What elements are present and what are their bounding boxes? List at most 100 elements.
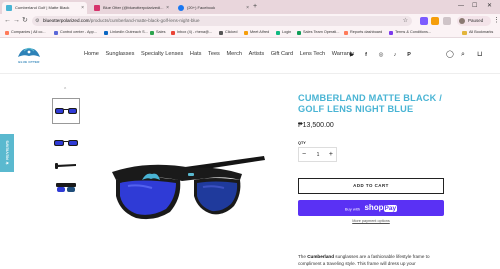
shop-pay-button[interactable]: Buy with shopPay — [298, 200, 444, 216]
decrease-quantity-button[interactable]: − — [302, 148, 306, 162]
bookmark-label: Inbox (4) - rhena@... — [177, 30, 213, 34]
shop-pay-brand-text: shop — [364, 203, 384, 213]
reviews-tab-label: ★ REVIEWS — [5, 140, 10, 165]
bookmark-label: Reports dashboard — [350, 30, 383, 34]
site-info-icon[interactable]: ⚙ — [35, 16, 39, 26]
bookmark-favicon-icon — [5, 30, 9, 35]
minimize-icon[interactable]: — — [458, 1, 464, 11]
more-payment-options-link[interactable]: More payment options — [298, 219, 444, 223]
quantity-input[interactable]: 1 — [315, 148, 321, 162]
account-icon[interactable]: ◯ — [446, 50, 454, 59]
bookmark-favicon-icon — [219, 30, 223, 35]
tab-title: Cumberland Golf | Matte Black — [15, 5, 70, 10]
thumbnail-angled-view[interactable] — [52, 178, 80, 198]
nav-gift-card[interactable]: Gift Card — [271, 51, 293, 57]
nav-lens-tech[interactable]: Lens Tech — [300, 51, 325, 57]
description-product-name: Cumberland — [307, 254, 335, 259]
tab-title: (20+) Facebook — [187, 5, 216, 10]
increase-quantity-button[interactable]: + — [329, 148, 333, 162]
close-tab-icon[interactable]: × — [246, 2, 249, 14]
nav-specialty-lenses[interactable]: Specialty Lenses — [141, 51, 183, 57]
avatar — [459, 18, 465, 24]
bookmark-item[interactable]: Clicked — [219, 28, 237, 37]
nav-artists[interactable]: Artists — [249, 51, 265, 57]
maximize-icon[interactable]: ☐ — [472, 1, 477, 11]
add-to-cart-button[interactable]: ADD TO CART — [298, 178, 444, 194]
bookmark-label: LinkedIn Outreach S... — [110, 30, 148, 34]
site-header: BLUE OTTER Home Sunglasses Specialty Lense… — [0, 38, 500, 74]
bookmark-item[interactable]: Sales — [150, 28, 166, 37]
sunglasses-thumbnail-image — [55, 163, 76, 169]
browser-tab-facebook[interactable]: (20+) Facebook × — [174, 2, 252, 14]
sunglasses-thumbnail-image — [54, 140, 78, 146]
bookmark-favicon-icon — [171, 30, 175, 35]
bookmark-favicon-icon — [389, 30, 393, 35]
thumbnail-front-view[interactable] — [52, 98, 80, 124]
address-bar[interactable]: ⚙ blueotterpolarized.com/products/cumber… — [32, 16, 412, 26]
thumbnail-front-flat-view[interactable] — [52, 134, 80, 154]
close-tab-icon[interactable]: × — [166, 2, 169, 14]
nav-sunglasses[interactable]: Sunglasses — [106, 51, 135, 57]
browser-tab-product[interactable]: Cumberland Golf | Matte Black × — [2, 2, 87, 14]
product-price: ₱13,500.00 — [298, 122, 334, 129]
buy-with-label: Buy with — [344, 206, 360, 212]
bookmark-star-icon[interactable]: ☆ — [403, 16, 408, 26]
bookmark-favicon-icon — [104, 30, 108, 35]
bookmark-item[interactable]: LinkedIn Outreach S... — [104, 28, 148, 37]
all-bookmarks-label: All Bookmarks — [469, 30, 494, 34]
profile-button[interactable]: Paused — [457, 16, 491, 26]
extensions-puzzle-icon[interactable] — [443, 17, 451, 25]
tab-title: Blue Otter (@blueotterpolarizedi... — [103, 5, 164, 10]
bookmark-label: Control center - App... — [60, 30, 97, 34]
bookmarks-bar: Companies | All co... Control center - A… — [0, 28, 500, 38]
youtube-icon[interactable]: ▶ — [348, 51, 356, 59]
thumbnail-scroll-up-icon[interactable]: ⌃ — [63, 87, 67, 93]
bookmark-item[interactable]: Login — [276, 28, 291, 37]
reviews-side-tab[interactable]: ★ REVIEWS — [0, 134, 14, 172]
thumbnail-side-view[interactable] — [52, 156, 80, 176]
close-tab-icon[interactable]: × — [81, 2, 84, 14]
nav-merch[interactable]: Merch — [226, 51, 242, 57]
product-main-image[interactable] — [108, 154, 270, 224]
url-text: blueotterpolarized.com/products/cumberla… — [43, 16, 200, 26]
forward-icon[interactable]: → — [13, 16, 20, 26]
bookmark-label: Meet Alfred — [250, 30, 270, 34]
search-icon[interactable]: ⌕ — [461, 50, 465, 59]
cart-icon[interactable]: ⊔ — [477, 50, 482, 59]
bookmark-item[interactable]: Companies | All co... — [5, 28, 46, 37]
bookmark-item[interactable]: Reports dashboard — [344, 28, 382, 37]
folder-icon — [462, 30, 467, 35]
close-window-icon[interactable]: ✕ — [487, 1, 492, 11]
bookmark-item[interactable]: Inbox (4) - rhena@... — [171, 28, 212, 37]
instagram-favicon-icon — [94, 5, 100, 11]
extension-icon[interactable] — [431, 17, 439, 25]
otter-logo-icon — [18, 47, 40, 57]
site-logo[interactable]: BLUE OTTER — [14, 45, 44, 67]
bookmark-item[interactable]: Meet Alfred — [244, 28, 269, 37]
bookmark-favicon-icon — [297, 30, 301, 35]
main-navigation: Home Sunglasses Specialty Lenses Hats Tees Me… — [84, 51, 361, 57]
pinterest-icon[interactable]: P — [405, 51, 413, 59]
bookmark-favicon-icon — [344, 30, 348, 35]
facebook-favicon-icon — [178, 5, 184, 11]
bookmark-label: Login — [282, 30, 292, 34]
quantity-stepper[interactable]: − 1 + — [298, 147, 337, 162]
bookmark-item[interactable]: Sales Team Operati... — [297, 28, 339, 37]
new-tab-button[interactable]: + — [253, 2, 257, 12]
nav-hats[interactable]: Hats — [190, 51, 202, 57]
browser-menu-icon[interactable]: ⋮ — [493, 16, 500, 26]
instagram-icon[interactable]: ◎ — [377, 51, 385, 59]
extension-icon[interactable] — [420, 17, 428, 25]
tiktok-icon[interactable]: ♪ — [391, 51, 399, 59]
blue-otter-favicon-icon — [6, 5, 12, 11]
browser-tab-instagram[interactable]: Blue Otter (@blueotterpolarizedi... × — [90, 2, 172, 14]
reload-icon[interactable]: ↻ — [22, 16, 28, 26]
nav-tees[interactable]: Tees — [208, 51, 220, 57]
bookmark-item[interactable]: Terms & Conditions... — [389, 28, 431, 37]
bookmark-item[interactable]: Control center - App... — [54, 28, 97, 37]
nav-home[interactable]: Home — [84, 51, 99, 57]
all-bookmarks-button[interactable]: All Bookmarks — [462, 28, 493, 37]
facebook-icon[interactable]: f — [362, 51, 370, 59]
back-icon[interactable]: ← — [4, 16, 11, 26]
bookmark-favicon-icon — [276, 30, 280, 35]
